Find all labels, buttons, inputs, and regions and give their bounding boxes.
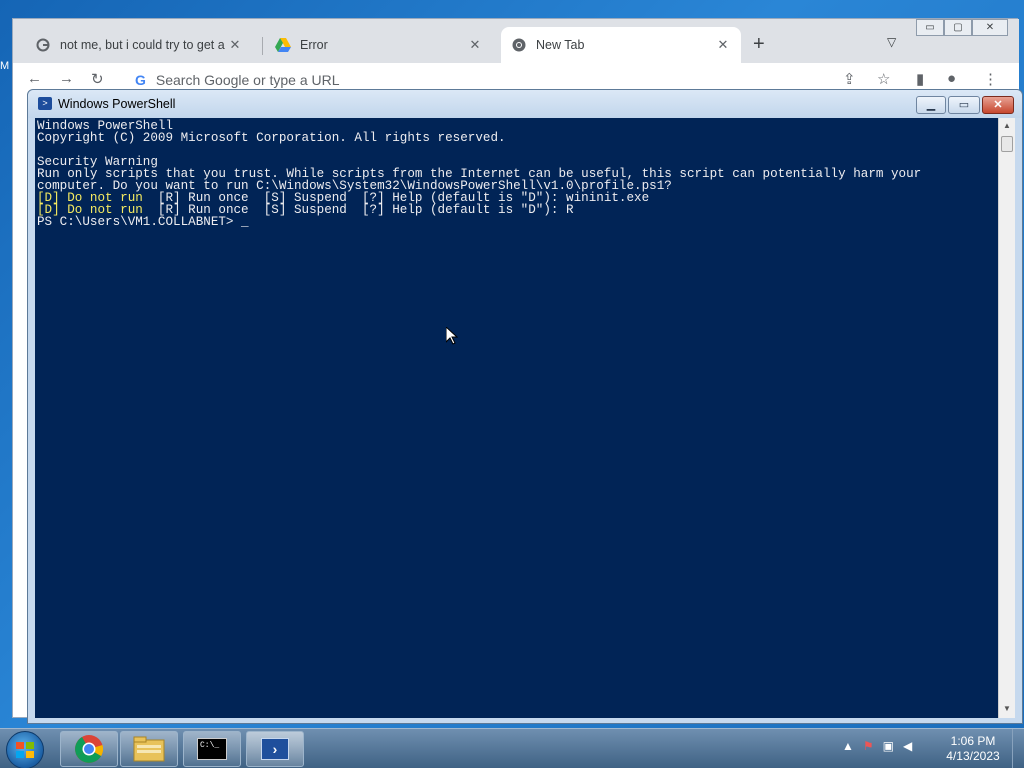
powershell-title: Windows PowerShell xyxy=(58,97,176,111)
taskbar-cmd-button[interactable]: C:\_ xyxy=(183,731,241,767)
tab-new-tab[interactable]: New Tab ✕ xyxy=(501,27,741,63)
start-button[interactable] xyxy=(6,731,44,768)
chrome-maximize-button[interactable]: ▢ xyxy=(944,19,972,36)
console-prompt[interactable]: PS C:\Users\VM1.COLLABNET> _ xyxy=(37,216,996,229)
reload-icon[interactable]: ↻ xyxy=(91,70,104,88)
tab-title: Error xyxy=(300,38,328,52)
google-drive-icon xyxy=(275,37,291,53)
taskbar-file-explorer-button[interactable] xyxy=(120,731,178,767)
bookmark-star-icon[interactable]: ☆ xyxy=(877,70,890,88)
console-line: Copyright (C) 2009 Microsoft Corporation… xyxy=(37,131,506,145)
powershell-window[interactable]: > Windows PowerShell ▁ ▭ ✕ Windows Power… xyxy=(27,89,1023,724)
close-tab-icon[interactable]: ✕ xyxy=(715,37,731,53)
tab-not-me[interactable]: not me, but i could try to get a w ✕ xyxy=(25,27,253,63)
tab-search-chevron-icon[interactable]: ▽ xyxy=(887,35,896,49)
tab-title: not me, but i could try to get a w xyxy=(60,38,227,52)
profile-avatar-icon[interactable]: ● xyxy=(947,70,956,87)
close-tab-icon[interactable]: ✕ xyxy=(467,37,483,53)
ps-minimize-button[interactable]: ▁ xyxy=(916,96,946,114)
powershell-icon: › xyxy=(261,738,289,760)
scroll-down-arrow-icon[interactable]: ▼ xyxy=(1003,704,1011,713)
command-prompt-icon: C:\_ xyxy=(197,738,227,760)
omnibox-placeholder: Search Google or type a URL xyxy=(155,72,340,88)
windows-logo-icon xyxy=(16,742,34,758)
chrome-close-button[interactable]: ✕ xyxy=(972,19,1008,36)
close-tab-icon[interactable]: ✕ xyxy=(227,37,243,53)
chrome-icon xyxy=(511,37,527,53)
powershell-title-bar[interactable]: > Windows PowerShell ▁ ▭ ✕ xyxy=(28,90,1022,118)
folder-icon xyxy=(133,736,165,762)
chrome-tab-strip: not me, but i could try to get a w ✕ Err… xyxy=(13,19,1019,63)
tab-separator xyxy=(262,37,263,55)
tab-title: New Tab xyxy=(536,38,585,52)
console-scrollbar[interactable]: ▲ ▼ xyxy=(998,118,1015,718)
clock-date: 4/13/2023 xyxy=(946,749,1000,763)
google-g-icon: G xyxy=(135,72,146,88)
show-desktop-button[interactable] xyxy=(1012,729,1024,768)
powershell-icon: > xyxy=(38,97,52,110)
console-output[interactable]: Windows PowerShell Copyright (C) 2009 Mi… xyxy=(35,118,998,718)
ps-close-button[interactable]: ✕ xyxy=(982,96,1014,114)
google-icon xyxy=(35,37,51,53)
chrome-menu-icon[interactable]: ⋮ xyxy=(983,70,998,88)
tab-error[interactable]: Error ✕ xyxy=(265,27,493,63)
mouse-cursor-icon xyxy=(446,327,458,345)
share-icon[interactable]: ⇪ xyxy=(843,70,856,88)
forward-arrow-icon[interactable]: → xyxy=(59,70,74,87)
side-panel-icon[interactable]: ▮ xyxy=(916,70,924,88)
network-icon[interactable]: ▣ xyxy=(883,739,894,753)
taskbar-clock[interactable]: 1:06 PM 4/13/2023 xyxy=(940,734,1006,764)
new-tab-button[interactable]: + xyxy=(753,33,765,56)
taskbar: C:\_ › ▲ ⚑ ▣ ◀ 1:06 PM 4/13/2023 xyxy=(0,728,1024,768)
action-center-flag-icon[interactable]: ⚑ xyxy=(863,739,874,753)
chrome-minimize-button[interactable]: ▭ xyxy=(916,19,944,36)
volume-muted-icon[interactable]: ◀ xyxy=(903,739,912,753)
desktop-icon-label-fragment: M xyxy=(0,60,10,72)
scroll-up-arrow-icon[interactable]: ▲ xyxy=(1003,121,1011,130)
taskbar-powershell-button[interactable]: › xyxy=(246,731,304,767)
taskbar-chrome-button[interactable] xyxy=(60,731,118,767)
back-arrow-icon[interactable]: ← xyxy=(27,70,42,87)
show-hidden-icons-arrow-icon[interactable]: ▲ xyxy=(842,739,854,753)
ps-maximize-button[interactable]: ▭ xyxy=(948,96,980,114)
system-tray: ▲ ⚑ ▣ ◀ xyxy=(842,739,912,753)
scroll-thumb[interactable] xyxy=(1001,136,1013,152)
chrome-icon xyxy=(75,735,104,763)
clock-time: 1:06 PM xyxy=(950,734,996,748)
